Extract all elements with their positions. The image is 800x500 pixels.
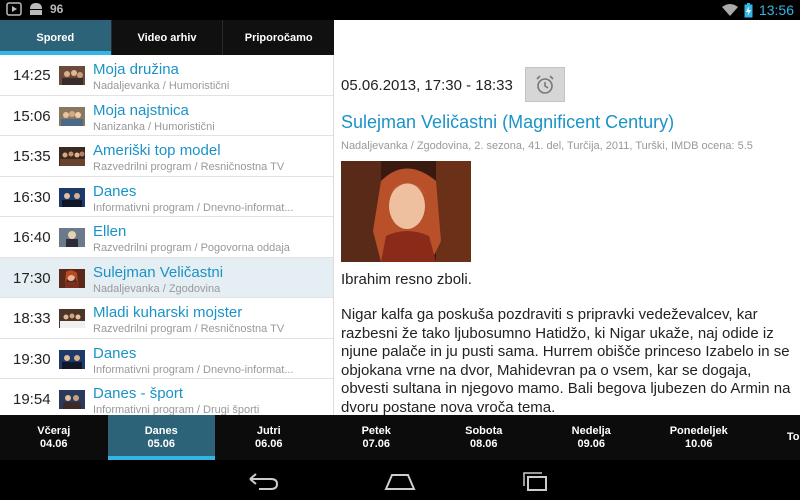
day-date: 04.06 — [39, 437, 68, 450]
program-thumbnail — [59, 106, 85, 126]
program-title: Mladi kuharski mojster — [93, 304, 243, 321]
program-time: 17:30 — [13, 269, 51, 287]
program-time: 16:40 — [13, 229, 51, 246]
day-selector: Včeraj 04.06 Danes 05.06 Jutri 06.06 Petek 0… — [0, 415, 800, 460]
tab-video-arhiv[interactable]: Video arhiv — [110, 20, 223, 55]
program-title: Danes — [93, 182, 137, 200]
program-genre: Informativni program / Drugi športi — [93, 404, 260, 415]
program-thumbnail — [59, 228, 85, 247]
day-name: Jutri — [256, 424, 281, 437]
program-title: Danes - šport — [93, 385, 184, 402]
day-date: 10.06 — [684, 437, 713, 450]
day-tab[interactable]: Nedelja 09.06 — [538, 415, 646, 460]
list-item[interactable]: 15:35 Ameriški top model Razvedrilni pro… — [0, 136, 333, 177]
play-store-icon — [6, 2, 22, 16]
program-title: Ameriški top model — [93, 142, 221, 159]
program-thumbnail — [59, 66, 85, 85]
program-thumbnail — [59, 187, 85, 207]
day-tab[interactable]: Včeraj 04.06 — [0, 415, 108, 460]
day-tab[interactable]: Danes 05.06 — [107, 415, 215, 460]
day-name: To — [786, 431, 800, 443]
program-genre: Razvedrilni program / Pogovorna oddaja — [93, 242, 290, 254]
recent-apps-button[interactable] — [518, 470, 552, 492]
day-date: 08.06 — [469, 437, 498, 450]
program-time: 19:30 — [13, 350, 51, 368]
detail-description: Nigar kalfa ga poskuša pozdraviti s prip… — [341, 306, 791, 415]
set-reminder-button[interactable] — [525, 67, 565, 102]
schedule-list: 14:25 Moja družina Nadaljevanka / Humori… — [0, 55, 334, 415]
program-thumbnail — [59, 349, 85, 369]
program-time: 14:25 — [13, 67, 51, 84]
program-detail: 05.06.2013, 17:30 - 18:33 Sulejman Velič… — [334, 20, 800, 415]
day-tab[interactable]: Sobota 08.06 — [430, 415, 538, 460]
clock: 13:56 — [758, 2, 794, 18]
back-icon — [249, 473, 279, 490]
list-item[interactable]: 16:30 Danes Informativni program / Dnevn… — [0, 177, 333, 217]
day-date: 06.06 — [254, 437, 283, 450]
program-image — [341, 161, 471, 262]
day-date: 05.06 — [147, 437, 176, 450]
tab-priporocamo[interactable]: Priporočamo — [222, 20, 334, 55]
program-time: 18:33 — [13, 310, 51, 327]
list-item[interactable]: 15:06 Moja najstnica Nanizanka / Humoris… — [0, 96, 333, 136]
detail-title: Sulejman Veličastni (Magnificent Century… — [341, 112, 675, 132]
tab-bar: Spored Video arhiv Priporočamo — [0, 20, 334, 55]
program-genre: Nadaljevanka / Zgodovina — [93, 282, 221, 295]
list-item[interactable]: 17:30 Sulejman Veličastni Nadaljevanka /… — [0, 257, 333, 298]
list-item[interactable]: 16:40 Ellen Razvedrilni program / Pogovo… — [0, 217, 333, 258]
home-button[interactable] — [383, 470, 417, 492]
program-time: 16:30 — [13, 188, 51, 206]
program-title: Moja najstnica — [93, 101, 189, 119]
program-genre: Informativni program / Dnevno-informat..… — [93, 363, 294, 376]
home-icon — [384, 474, 416, 490]
program-time: 15:06 — [13, 107, 51, 125]
system-nav-bar — [0, 460, 800, 500]
program-title: Moja družina — [93, 61, 179, 78]
alarm-clock-icon — [536, 74, 554, 94]
program-thumbnail — [59, 309, 85, 328]
day-name: Danes — [144, 424, 178, 437]
android-robot-icon — [28, 2, 44, 16]
day-tab[interactable]: Ponedeljek 10.06 — [645, 415, 753, 460]
program-thumbnail — [59, 390, 85, 409]
notification-count: 96 — [50, 2, 64, 16]
day-tab[interactable]: Jutri 06.06 — [215, 415, 323, 460]
program-genre: Nadaljevanka / Humoristični — [93, 80, 230, 92]
day-name: Sobota — [465, 424, 503, 437]
tab-spored[interactable]: Spored — [0, 20, 111, 55]
day-name: Nedelja — [571, 424, 611, 437]
program-title: Ellen — [93, 223, 127, 240]
program-title: Sulejman Veličastni — [93, 263, 224, 281]
status-bar: 96 13:56 — [0, 0, 800, 20]
detail-datetime: 05.06.2013, 17:30 - 18:33 — [341, 77, 513, 94]
day-name: Petek — [361, 424, 391, 437]
program-thumbnail — [59, 147, 85, 166]
program-time: 15:35 — [13, 148, 51, 165]
back-button[interactable] — [246, 470, 280, 492]
list-item[interactable]: 18:33 Mladi kuharski mojster Razvedrilni… — [0, 298, 333, 339]
list-item[interactable]: 14:25 Moja družina Nadaljevanka / Humori… — [0, 55, 333, 96]
program-genre: Nanizanka / Humoristični — [93, 120, 215, 133]
day-tab[interactable]: Petek 07.06 — [323, 415, 431, 460]
day-date: 07.06 — [362, 437, 391, 450]
day-name: Ponedeljek — [669, 424, 728, 437]
program-genre: Razvedrilni program / Resničnostna TV — [93, 161, 285, 173]
program-genre: Informativni program / Dnevno-informat..… — [93, 201, 294, 214]
detail-meta: Nadaljevanka / Zgodovina, 2. sezona, 41.… — [341, 140, 753, 152]
list-item[interactable]: 19:30 Danes Informativni program / Dnevn… — [0, 339, 333, 379]
day-name: Včeraj — [37, 424, 71, 437]
day-date: 09.06 — [577, 437, 606, 450]
program-time: 19:54 — [13, 391, 51, 408]
program-title: Danes — [93, 344, 137, 362]
program-thumbnail — [59, 268, 85, 288]
detail-lead: Ibrahim resno zboli. — [341, 271, 472, 288]
list-item[interactable]: 19:54 Danes - šport Informativni program… — [0, 379, 333, 415]
recent-apps-icon — [523, 472, 547, 491]
battery-charging-icon — [744, 3, 753, 18]
day-tab[interactable]: To — [753, 415, 800, 460]
program-genre: Razvedrilni program / Resničnostna TV — [93, 323, 285, 335]
wifi-icon — [721, 3, 738, 17]
